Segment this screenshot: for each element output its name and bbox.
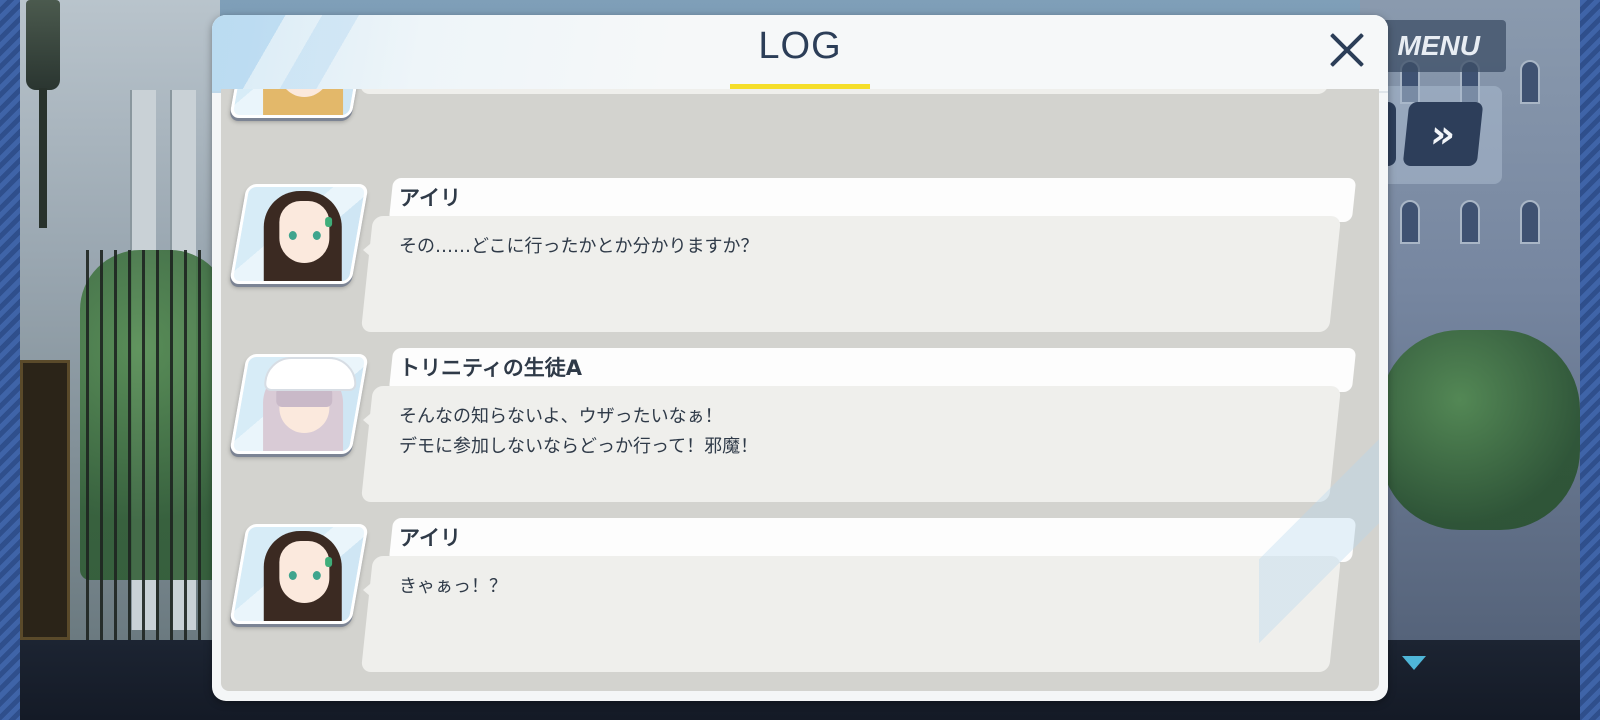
message-text: その……どこに行ったかとか分かりますか？ <box>399 232 758 262</box>
building-window <box>1400 200 1420 244</box>
message-line: きゃぁっ！？ <box>399 576 507 597</box>
speaker-name: トリニティの生徒A <box>399 356 582 380</box>
fast-forward-button[interactable]: » <box>1402 102 1484 166</box>
iron-gate <box>86 250 216 650</box>
message-bubble <box>360 556 1342 672</box>
log-entry: アイリ きゃぁっ！？ <box>221 518 1379 678</box>
close-icon[interactable] <box>1322 23 1372 77</box>
right-border-stripe <box>1580 0 1600 720</box>
lamp-pole <box>39 88 47 228</box>
message-bubble <box>359 89 1343 94</box>
message-line: そんなの知らないよ、ウザったいなぁ！ <box>399 406 723 427</box>
log-entry: アイリ その……どこに行ったかとか分かりますか？ <box>221 178 1379 338</box>
dialog-header: LOG <box>212 15 1388 93</box>
speaker-portrait <box>229 354 369 454</box>
building-window <box>1520 60 1540 104</box>
message-text: そんなの知らないよ、ウザったいなぁ！ デモに参加しないならどっか行って！邪魔！ <box>399 402 758 462</box>
log-dialog: LOG アイリ その……どこに行ったかとか分かりますか？ トリニティの生徒A そ… <box>212 15 1388 701</box>
left-border-stripe <box>0 0 20 720</box>
speaker-portrait <box>229 184 369 284</box>
bubble-tail <box>363 408 377 432</box>
speaker-name: アイリ <box>399 526 461 550</box>
ornate-door <box>20 360 70 640</box>
message-line: デモに参加しないならどっか行って！邪魔！ <box>399 436 759 457</box>
bubble-tail <box>363 578 377 602</box>
building-window <box>1520 200 1540 244</box>
fast-forward-icon: » <box>1428 112 1458 156</box>
dialog-title: LOG <box>758 25 842 67</box>
log-entry <box>221 89 1379 172</box>
right-tree <box>1380 330 1580 530</box>
next-indicator-icon <box>1402 656 1426 670</box>
log-scroll-area[interactable]: アイリ その……どこに行ったかとか分かりますか？ トリニティの生徒A そんなの知… <box>221 89 1379 691</box>
street-lamp <box>26 0 60 90</box>
speaker-portrait <box>229 524 369 624</box>
building-window <box>1460 200 1480 244</box>
speaker-name: アイリ <box>399 186 461 210</box>
log-entry: トリニティの生徒A そんなの知らないよ、ウザったいなぁ！ デモに参加しないならど… <box>221 348 1379 508</box>
bubble-tail <box>363 238 377 262</box>
message-line: その……どこに行ったかとか分かりますか？ <box>399 236 759 257</box>
message-text: きゃぁっ！？ <box>399 572 507 602</box>
speaker-portrait <box>229 89 369 118</box>
